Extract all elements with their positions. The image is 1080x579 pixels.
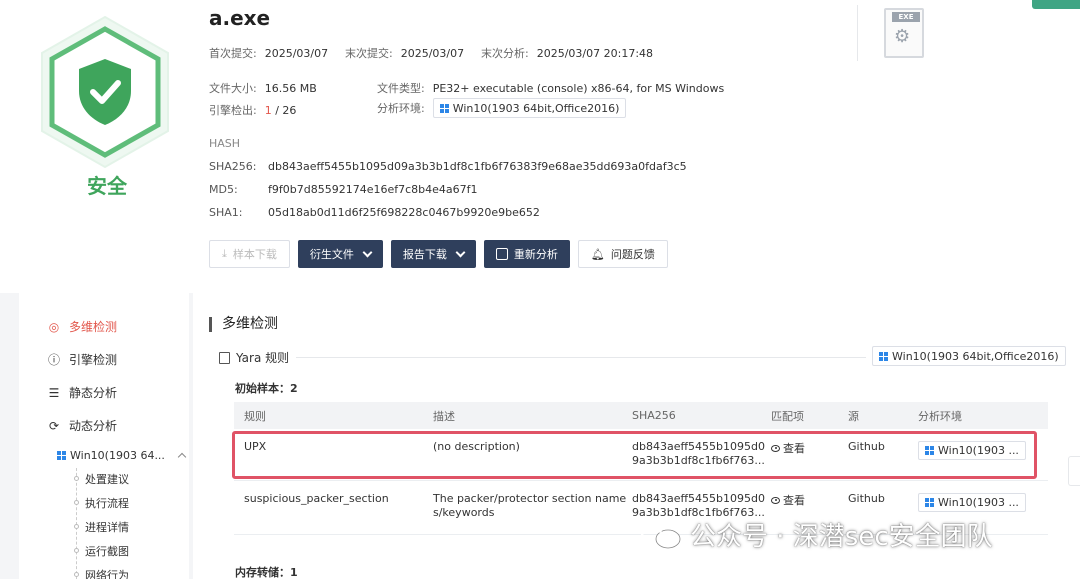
col-rule: 规则 [244,409,266,423]
view-link[interactable]: 查看 [771,492,805,508]
safe-badge [38,15,172,170]
yara-header: Yara 规则 [219,349,289,366]
divider [296,357,866,358]
feedback-button[interactable]: 🔔︎ 问题反馈 [577,240,668,268]
sidebar-item-engine-detect[interactable]: ⓘ 引擎检测 [47,351,117,368]
sidebar-subitem[interactable]: 进程详情 [85,519,129,535]
engine-hits: 引擎检出: 1 / 26 [209,104,297,117]
bell-icon: 🔔︎ [590,247,605,261]
refresh-icon [495,248,508,260]
windows-icon [439,103,449,113]
sidebar-item-static-analysis[interactable]: ☰ 静态分析 [47,384,117,401]
verdict-label: 安全 [87,174,127,198]
env-chip[interactable]: Win10(1903 64bit,Office2016) [432,98,627,118]
col-desc: 描述 [433,409,455,423]
download-icon: ⤓ [222,247,227,260]
shield-icon [41,15,169,169]
document-icon: ☰ [48,385,60,400]
table-header: 规则 描述 SHA256 匹配项 源 分析环境 [234,402,1048,429]
help-circle-icon: ⓘ [47,353,60,367]
radar-icon: ◎ [48,319,60,334]
sidebar-item-dynamic-analysis[interactable]: ⟳ 动态分析 [47,417,117,434]
match-cell: 查看 [771,481,848,508]
sha1-row: SHA1: 05d18ab0d11d6f25f698228c0467b9920e9… [209,206,540,219]
cycle-icon: ⟳ [48,418,60,433]
hash-title: HASH [209,137,241,150]
desc-cell: The packer/protector section name s/keyw… [433,492,627,519]
windows-icon [925,498,934,507]
sidebar-subitem[interactable]: 执行流程 [85,495,129,511]
file-type: 文件类型: PE32+ executable (console) x86-64, … [377,82,725,95]
sidebar-subitem[interactable]: 网络行为 [85,567,129,579]
tree-dot [74,524,79,529]
env-chip[interactable]: Win10(1903 64bit,Office2016) [872,346,1066,366]
reanalyze-button[interactable]: 重新分析 [483,240,570,268]
source-cell: Github [848,492,885,505]
col-env: 分析环境 [918,409,962,423]
md5-row: MD5: f9f0b7d85592174e16ef7c8b4e4a67f1 [209,183,478,196]
chevron-down-icon [362,247,373,257]
file-size: 文件大小: 16.56 MB [209,82,317,95]
chevron-down-icon [455,247,466,257]
initial-sample-title: 初始样本：2 [235,382,298,395]
highlight-box [232,431,1037,479]
section-title: 多维检测 [209,317,278,332]
rule-cell: suspicious_packer_section [244,492,389,505]
chevron-up-icon [177,452,187,462]
eye-icon [771,496,780,504]
scroll-handle[interactable] [1068,456,1080,486]
wechat-icon [640,520,681,548]
gear-icon: ⚙ [894,26,911,47]
windows-icon [879,351,888,361]
file-name: a.exe [209,6,271,30]
env-chip[interactable]: Win10(1903 ... [918,493,1026,512]
sidebar-subitem[interactable]: 运行截图 [85,543,129,559]
watermark: 公众号 · 深潜sec安全团队 [640,516,993,553]
divider [857,5,858,61]
last-analysis: 末次分析: 2025/03/07 20:17:48 [481,47,654,60]
col-sha256: SHA256 [632,409,676,422]
last-submit: 末次提交: 2025/03/07 [345,47,465,60]
derived-files-button[interactable]: 衍生文件 [297,240,383,268]
col-source: 源 [848,409,859,423]
tree-dot [74,476,79,481]
tree-dot [74,572,79,577]
tree-dot [74,500,79,505]
action-bar: ⤓ 样本下载 衍生文件 报告下载 重新分析 🔔︎ 问题反馈 [209,240,668,268]
windows-icon [57,451,66,460]
sidebar-subitem[interactable]: 处置建议 [85,471,129,487]
sha-cell: db843aeff5455b1095d0 9a3b3b1df8c1fb6f763… [632,492,765,519]
exe-file-icon: EXE ⚙ [884,8,924,58]
sidebar-item-multi-detect[interactable]: ◎ 多维检测 [47,318,117,335]
search-doc-icon [219,351,230,364]
memory-dump-title: 内存转储：1 [235,566,298,579]
sidebar [19,293,189,579]
first-submit: 首次提交: 2025/03/07 [209,47,329,60]
col-match: 匹配项 [771,409,804,423]
analysis-env: 分析环境: Win10(1903 64bit,Office2016) [377,98,627,118]
sha256-row: SHA256: db843aeff5455b1095d09a3b3b1df8c1f… [209,160,687,173]
sample-download-button[interactable]: ⤓ 样本下载 [209,240,290,268]
file-summary: 安全 a.exe 首次提交: 2025/03/07 末次提交: 2025/03/07… [0,0,1080,293]
report-download-button[interactable]: 报告下载 [390,240,476,268]
tree-dot [74,548,79,553]
env-cell: Win10(1903 ... [918,481,1048,512]
corner-tag [1032,0,1080,9]
sidebar-env-item[interactable]: Win10(1903 64... [57,449,187,462]
